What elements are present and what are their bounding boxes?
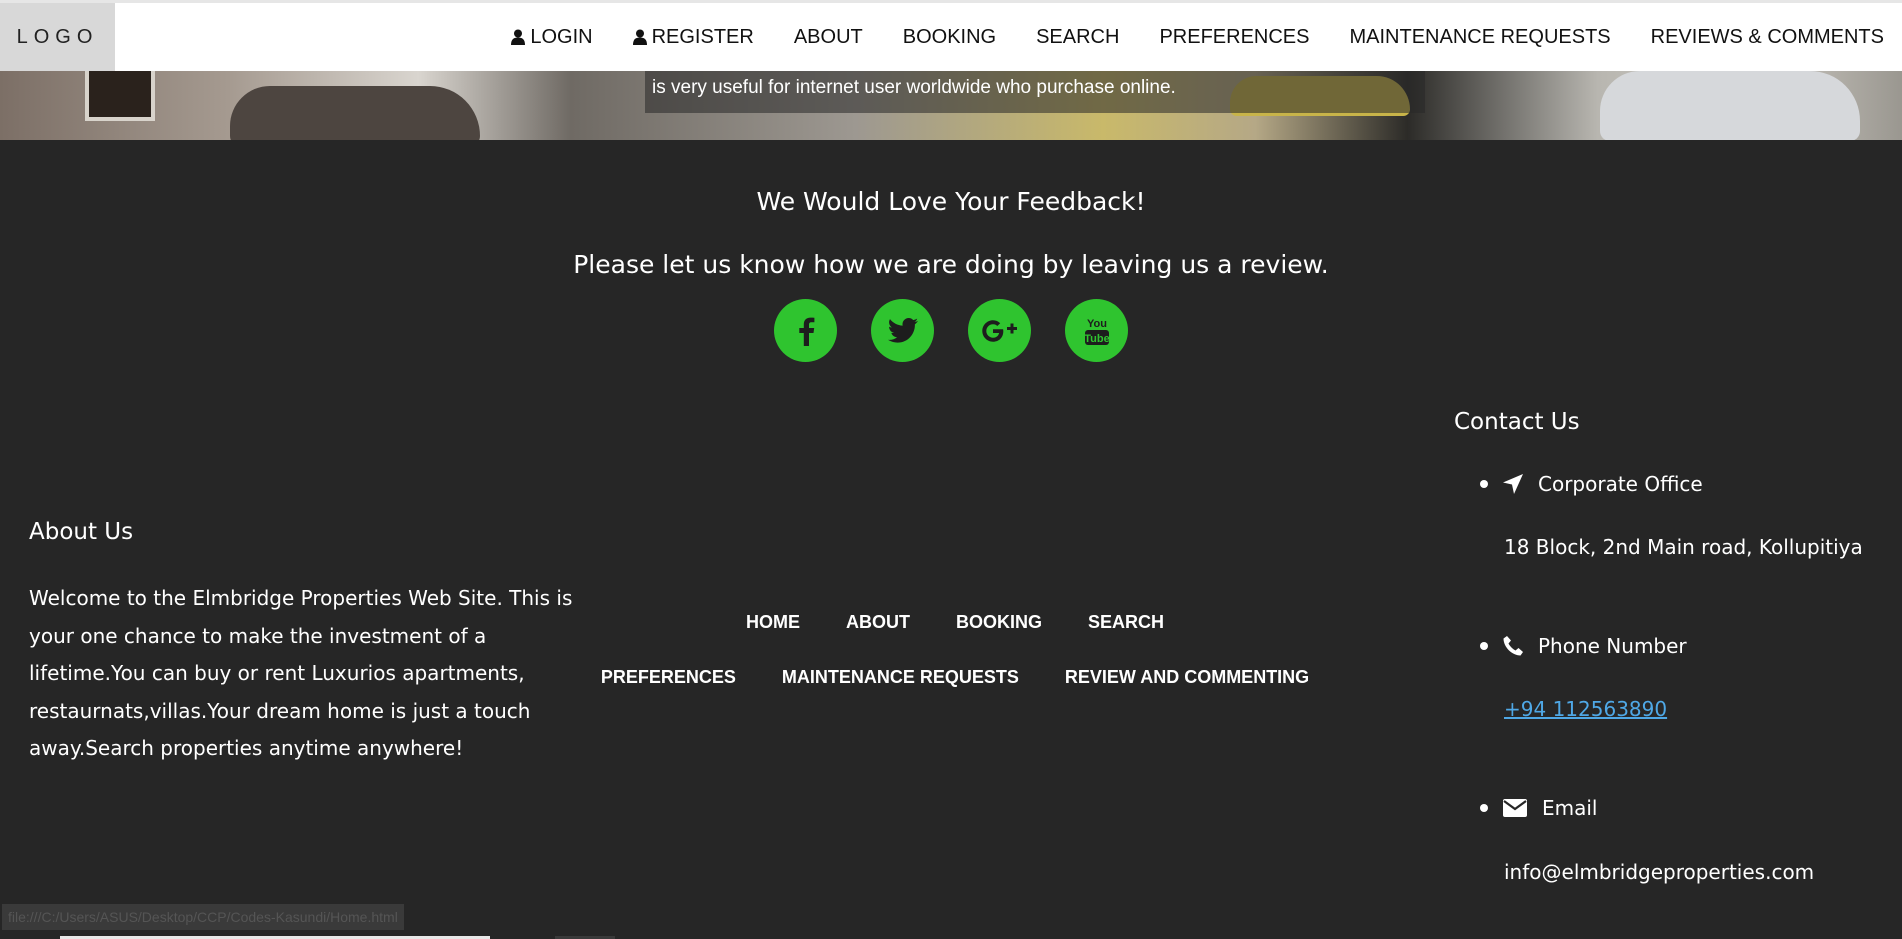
nav-register-label: REGISTER	[651, 25, 754, 48]
nav-maintenance-link[interactable]: MAINTENANCE REQUESTS	[1349, 26, 1610, 49]
nav-about-link[interactable]: ABOUT	[794, 26, 863, 49]
svg-text:Tube: Tube	[1084, 333, 1109, 345]
status-bar-url: file:///C:/Users/ASUS/Desktop/CCP/Codes-…	[2, 904, 404, 930]
user-icon	[632, 29, 647, 45]
google-plus-icon	[981, 319, 1017, 342]
contact-phone: Phone Number	[1480, 634, 1687, 658]
list-bullet	[1480, 480, 1488, 488]
svg-text:You: You	[1087, 318, 1107, 330]
top-navbar: LOGO LOGIN REGISTER ABOUT BOOKING SEARCH…	[0, 0, 1902, 71]
contact-email: Email	[1480, 796, 1598, 820]
footer-maintenance-link[interactable]: MAINTENANCE REQUESTS	[782, 667, 1019, 688]
nav-login-label: LOGIN	[530, 25, 593, 48]
footer-search-link[interactable]: SEARCH	[1088, 612, 1164, 633]
list-bullet	[1480, 804, 1488, 812]
nav-register-link[interactable]: REGISTER	[632, 25, 754, 49]
youtube-button[interactable]: You Tube	[1065, 299, 1128, 362]
nav-reviews-link[interactable]: REVIEWS & COMMENTS	[1651, 26, 1884, 49]
phone-icon	[1503, 636, 1523, 656]
footer-links-row: HOME ABOUT BOOKING SEARCH	[620, 612, 1290, 633]
main-nav: LOGIN REGISTER ABOUT BOOKING SEARCH PREF…	[471, 3, 1884, 71]
hero-car	[230, 86, 480, 140]
social-links: You Tube	[774, 299, 1128, 362]
list-bullet	[1480, 642, 1488, 650]
nav-search-link[interactable]: SEARCH	[1036, 26, 1119, 49]
footer-booking-link[interactable]: BOOKING	[956, 612, 1042, 633]
facebook-icon	[798, 317, 814, 346]
user-icon	[511, 29, 526, 45]
hero-window	[85, 71, 155, 121]
youtube-icon: You Tube	[1084, 318, 1109, 345]
footer-home-link[interactable]: HOME	[746, 612, 800, 633]
contact-email-label: Email	[1542, 796, 1598, 820]
feedback-title: We Would Love Your Feedback!	[756, 187, 1146, 216]
contact-title: Contact Us	[1454, 409, 1580, 435]
footer-about-link[interactable]: ABOUT	[846, 612, 910, 633]
nav-booking-link[interactable]: BOOKING	[903, 26, 996, 49]
facebook-button[interactable]	[774, 299, 837, 362]
about-title: About Us	[29, 519, 134, 545]
contact-phone-label: Phone Number	[1538, 634, 1687, 658]
footer-links: HOME ABOUT BOOKING SEARCH PREFERENCES MA…	[601, 612, 1309, 722]
logo[interactable]: LOGO	[0, 3, 115, 71]
nav-login-link[interactable]: LOGIN	[511, 25, 593, 49]
location-arrow-icon	[1503, 474, 1523, 494]
footer-links-row: PREFERENCES MAINTENANCE REQUESTS REVIEW …	[601, 667, 1309, 688]
contact-office: Corporate Office	[1480, 472, 1703, 496]
contact-office-label: Corporate Office	[1538, 472, 1703, 496]
contact-email-value: info@elmbridgeproperties.com	[1504, 860, 1815, 884]
nav-preferences-link[interactable]: PREFERENCES	[1159, 26, 1309, 49]
feedback-subtitle: Please let us know how we are doing by l…	[573, 250, 1329, 279]
contact-phone-link[interactable]: +94 112563890	[1504, 697, 1667, 721]
hero-car	[1600, 71, 1860, 140]
contact-office-value: 18 Block, 2nd Main road, Kollupitiya	[1504, 535, 1863, 559]
twitter-icon	[887, 318, 918, 343]
twitter-button[interactable]	[871, 299, 934, 362]
about-text: Welcome to the Elmbridge Properties Web …	[29, 586, 573, 760]
hero-banner: is very useful for internet user worldwi…	[0, 71, 1902, 140]
footer-preferences-link[interactable]: PREFERENCES	[601, 667, 736, 688]
footer-review-link[interactable]: REVIEW AND COMMENTING	[1065, 667, 1309, 688]
google-plus-button[interactable]	[968, 299, 1031, 362]
envelope-icon	[1503, 799, 1527, 817]
hero-text: is very useful for internet user worldwi…	[652, 77, 1176, 98]
